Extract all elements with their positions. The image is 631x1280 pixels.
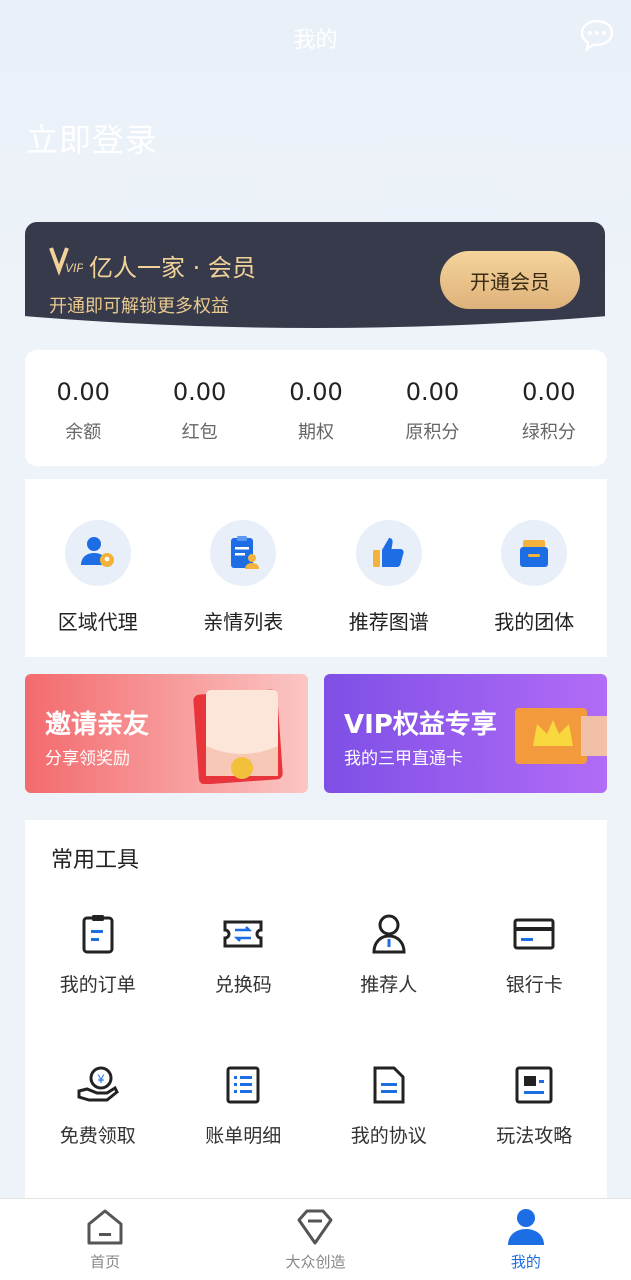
banner-subtitle: 我的三甲直通卡 xyxy=(344,749,463,769)
free-coin-hand-icon: ¥ xyxy=(77,1066,119,1102)
stat-options[interactable]: 0.00 期权 xyxy=(258,350,374,466)
tab-home[interactable]: 首页 xyxy=(0,1199,210,1280)
tool-my-orders[interactable]: 我的订单 xyxy=(25,912,171,997)
tab-mine[interactable]: 我的 xyxy=(421,1199,631,1280)
quick-item-family-list[interactable]: 亲情列表 xyxy=(171,479,317,657)
quick-item-region-agent[interactable]: 区域代理 xyxy=(25,479,171,657)
banner-title: 邀请亲友 xyxy=(45,710,150,740)
divider-arc xyxy=(0,314,631,350)
tool-referrer[interactable]: 推荐人 xyxy=(316,912,462,997)
thumbs-up-icon xyxy=(372,538,404,567)
tool-bank-card[interactable]: 银行卡 xyxy=(462,912,608,997)
stat-red-packet[interactable]: 0.00 红包 xyxy=(141,350,257,466)
home-icon xyxy=(87,1209,123,1245)
crown-card-icon xyxy=(515,708,607,764)
svg-text:VIP: VIP xyxy=(65,261,83,275)
chat-bubble-icon[interactable] xyxy=(579,18,615,52)
login-link[interactable]: 立即登录 xyxy=(26,115,158,161)
vip-logo: VIP xyxy=(49,247,83,276)
tool-redeem-code[interactable]: 兑换码 xyxy=(171,912,317,997)
section-title: 常用工具 xyxy=(51,848,140,873)
bill-list-icon xyxy=(226,1066,260,1104)
stat-original-points[interactable]: 0.00 原积分 xyxy=(374,350,490,466)
tool-free-claim[interactable]: ¥ 免费领取 xyxy=(25,1063,171,1148)
tool-bill-details[interactable]: 账单明细 xyxy=(171,1063,317,1148)
group-box-icon xyxy=(520,540,549,567)
red-envelope-icon xyxy=(193,689,283,784)
agent-location-icon xyxy=(80,537,114,567)
banner-title: VIP权益专享 xyxy=(344,710,497,740)
banner-subtitle: 分享领奖励 xyxy=(45,749,130,769)
diamond-icon xyxy=(297,1209,333,1245)
tool-guide[interactable]: 玩法攻略 xyxy=(462,1063,608,1148)
clipboard-user-icon xyxy=(231,536,260,569)
invite-friends-banner[interactable]: 邀请亲友 分享领奖励 xyxy=(25,674,308,793)
stat-green-points[interactable]: 0.00 绿积分 xyxy=(491,350,607,466)
svg-text:¥: ¥ xyxy=(96,1072,104,1086)
quick-item-my-group[interactable]: 我的团体 xyxy=(462,479,608,657)
tool-my-agreement[interactable]: 我的协议 xyxy=(316,1063,462,1148)
user-icon xyxy=(507,1209,544,1245)
page-title: 我的 xyxy=(293,28,338,53)
tab-mass-creation[interactable]: 大众创造 xyxy=(210,1199,420,1280)
stats-card: 0.00 余额 0.00 红包 0.00 期权 0.00 原积分 0.00 绿积分 xyxy=(25,350,607,466)
exchange-ticket-icon xyxy=(223,920,263,948)
tools-section: 常用工具 我的订单 兑换码 推荐人 银行卡 ¥ 免费领取 账单明细 我的协议 玩… xyxy=(25,820,607,1200)
order-clipboard-icon xyxy=(82,915,114,954)
quick-item-referral-graph[interactable]: 推荐图谱 xyxy=(316,479,462,657)
bottom-tab-bar: 首页 大众创造 我的 xyxy=(0,1198,631,1280)
referrer-person-icon xyxy=(372,914,406,954)
vip-benefit-banner[interactable]: VIP权益专享 我的三甲直通卡 xyxy=(324,674,607,793)
bank-card-icon xyxy=(513,918,555,950)
quick-actions: 区域代理 亲情列表 推荐图谱 我的团体 xyxy=(25,479,607,657)
guide-icon xyxy=(515,1066,553,1104)
stat-balance[interactable]: 0.00 余额 xyxy=(25,350,141,466)
vip-title: 亿人一家 · 会员 xyxy=(89,254,256,282)
agreement-doc-icon xyxy=(373,1066,405,1104)
